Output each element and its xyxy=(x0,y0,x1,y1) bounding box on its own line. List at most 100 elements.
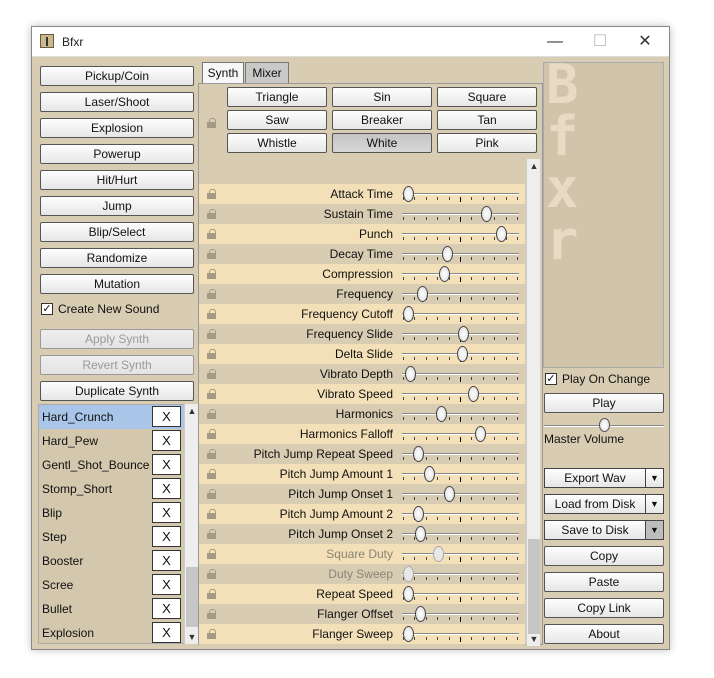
scroll-down-icon[interactable]: ▼ xyxy=(185,630,199,644)
waveform-white-button[interactable]: White xyxy=(332,133,432,153)
randomize-button[interactable]: Randomize xyxy=(40,248,194,268)
sound-list-item[interactable]: Scree X xyxy=(39,573,189,597)
blip-select-button[interactable]: Blip/Select xyxy=(40,222,194,242)
lock-icon[interactable] xyxy=(207,269,216,279)
delete-sound-button[interactable]: X xyxy=(152,454,181,475)
lock-icon[interactable] xyxy=(207,189,216,199)
copy-button[interactable]: Copy xyxy=(544,546,664,566)
param-slider-knob[interactable] xyxy=(456,346,468,362)
explosion-button[interactable]: Explosion xyxy=(40,118,194,138)
waveform-tan-button[interactable]: Tan xyxy=(437,110,537,130)
hit-hurt-button[interactable]: Hit/Hurt xyxy=(40,170,194,190)
mutation-button[interactable]: Mutation xyxy=(40,274,194,294)
param-slider-knob[interactable] xyxy=(474,426,486,442)
jump-button[interactable]: Jump xyxy=(40,196,194,216)
lock-icon[interactable] xyxy=(207,249,216,259)
lock-icon[interactable] xyxy=(207,489,216,499)
sound-list-item[interactable]: Gentl_Shot_Bounce X xyxy=(39,453,189,477)
param-slider-knob[interactable] xyxy=(441,246,453,262)
delete-sound-button[interactable]: X xyxy=(152,478,181,499)
close-icon[interactable]: ✕ xyxy=(630,31,660,53)
param-slider-knob[interactable] xyxy=(443,486,455,502)
param-slider-track[interactable] xyxy=(402,473,519,475)
lock-icon[interactable] xyxy=(207,549,216,559)
lock-icon[interactable] xyxy=(207,209,216,219)
lock-icon[interactable] xyxy=(207,629,216,639)
param-slider-knob[interactable] xyxy=(403,306,414,322)
sound-list-scrollbar[interactable]: ▲ ▼ xyxy=(184,404,198,644)
param-slider-track[interactable] xyxy=(402,573,519,575)
delete-sound-button[interactable]: X xyxy=(152,574,181,595)
duplicate-synth-button[interactable]: Duplicate Synth xyxy=(40,381,194,401)
param-slider-knob[interactable] xyxy=(414,606,426,622)
lock-icon[interactable] xyxy=(207,449,216,459)
lock-icon[interactable] xyxy=(207,409,216,419)
lock-icon[interactable] xyxy=(207,309,216,319)
maximize-icon[interactable]: ☐ xyxy=(585,31,615,53)
waveform-whistle-button[interactable]: Whistle xyxy=(227,133,327,153)
tab-mixer[interactable]: Mixer xyxy=(245,62,289,84)
param-slider-knob[interactable] xyxy=(414,526,426,542)
laser-shoot-button[interactable]: Laser/Shoot xyxy=(40,92,194,112)
lock-icon[interactable] xyxy=(207,509,216,519)
lock-icon[interactable] xyxy=(207,429,216,439)
sound-list-item[interactable]: Bullet X xyxy=(39,597,189,621)
lock-icon[interactable] xyxy=(207,609,216,619)
param-slider-track[interactable] xyxy=(402,313,519,315)
delete-sound-button[interactable]: X xyxy=(152,526,181,547)
waveform-square-button[interactable]: Square xyxy=(437,87,537,107)
param-slider-track[interactable] xyxy=(402,393,519,395)
load-dropdown-icon[interactable]: ▼ xyxy=(645,495,663,513)
revert-synth-button[interactable]: Revert Synth xyxy=(40,355,194,375)
lock-icon[interactable] xyxy=(207,529,216,539)
lock-icon[interactable] xyxy=(207,469,216,479)
param-slider-track[interactable] xyxy=(402,213,519,215)
waveform-lock-icon[interactable] xyxy=(207,118,216,128)
lock-icon[interactable] xyxy=(207,329,216,339)
lock-icon[interactable] xyxy=(207,369,216,379)
param-slider-track[interactable] xyxy=(402,413,519,415)
param-slider-knob[interactable] xyxy=(416,286,428,302)
lock-icon[interactable] xyxy=(207,289,216,299)
scroll-up-icon[interactable]: ▲ xyxy=(185,404,199,418)
lock-icon[interactable] xyxy=(207,589,216,599)
param-slider-knob[interactable] xyxy=(403,626,414,642)
minimize-icon[interactable]: — xyxy=(540,31,570,53)
scroll-thumb[interactable] xyxy=(528,539,540,634)
param-slider-track[interactable] xyxy=(402,593,519,595)
scroll-down-icon[interactable]: ▼ xyxy=(527,632,541,646)
param-slider-knob[interactable] xyxy=(403,586,414,602)
tab-synth[interactable]: Synth xyxy=(202,62,244,84)
param-slider-track[interactable] xyxy=(402,373,519,375)
sound-list-item[interactable]: Stomp_Short X xyxy=(39,477,189,501)
delete-sound-button[interactable]: X xyxy=(152,598,181,619)
waveform-breaker-button[interactable]: Breaker xyxy=(332,110,432,130)
param-slider-track[interactable] xyxy=(402,493,519,495)
export-wav-dropdown-icon[interactable]: ▼ xyxy=(645,469,663,487)
param-slider-knob[interactable] xyxy=(403,566,414,582)
param-slider-knob[interactable] xyxy=(412,506,424,522)
param-slider-track[interactable] xyxy=(402,633,519,635)
param-slider-knob[interactable] xyxy=(432,546,444,562)
paste-button[interactable]: Paste xyxy=(544,572,664,592)
play-button[interactable]: Play xyxy=(544,393,664,413)
scroll-thumb[interactable] xyxy=(186,567,198,627)
waveform-pink-button[interactable]: Pink xyxy=(437,133,537,153)
master-volume-knob[interactable] xyxy=(599,418,610,432)
param-slider-knob[interactable] xyxy=(403,186,414,202)
copy-link-button[interactable]: Copy Link xyxy=(544,598,664,618)
pickup-coin-button[interactable]: Pickup/Coin xyxy=(40,66,194,86)
lock-icon[interactable] xyxy=(207,389,216,399)
about-button[interactable]: About xyxy=(544,624,664,644)
delete-sound-button[interactable]: X xyxy=(152,406,181,427)
lock-icon[interactable] xyxy=(207,229,216,239)
play-on-change-checkbox[interactable]: ✓ xyxy=(545,373,557,385)
apply-synth-button[interactable]: Apply Synth xyxy=(40,329,194,349)
create-new-sound-checkbox[interactable]: ✓ xyxy=(41,303,53,315)
lock-icon[interactable] xyxy=(207,349,216,359)
parameter-scrollbar[interactable]: ▲ ▼ xyxy=(526,159,540,646)
lock-icon[interactable] xyxy=(207,569,216,579)
param-slider-knob[interactable] xyxy=(412,446,424,462)
param-slider-track[interactable] xyxy=(402,193,519,195)
param-slider-knob[interactable] xyxy=(496,226,508,242)
